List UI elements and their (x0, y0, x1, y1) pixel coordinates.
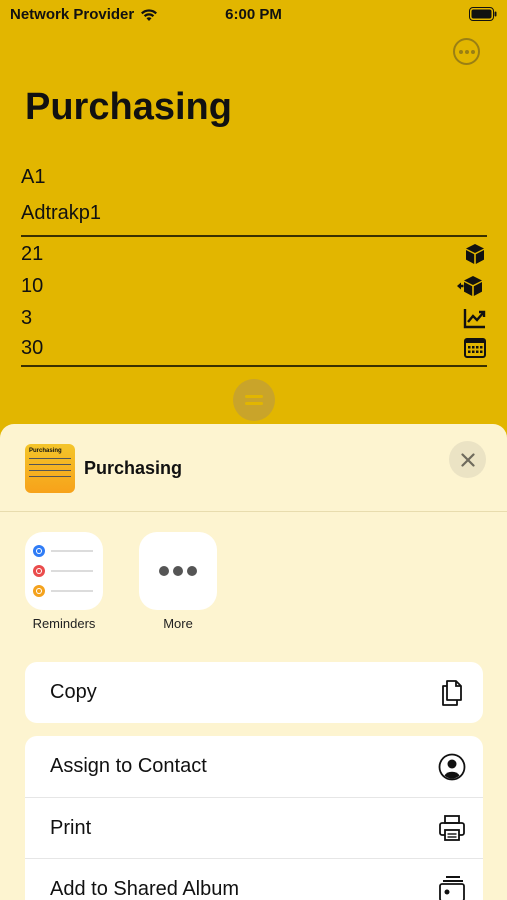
note-field-name[interactable]: Adtrakp1 (21, 202, 487, 225)
thumbnail-line (29, 476, 71, 477)
more-dots-icon (159, 566, 197, 576)
note-row-value: 10 (21, 274, 44, 297)
add-to-shared-album-label: Add to Shared Album (50, 877, 240, 900)
action-group-copy: Copy (25, 662, 483, 723)
note-row[interactable]: 3 (21, 304, 487, 332)
page-title: Purchasing (25, 86, 232, 128)
print-action[interactable]: Print (25, 797, 483, 858)
more-apps-label: More (163, 616, 193, 631)
printer-icon (439, 815, 465, 841)
status-time: 6:00 PM (225, 6, 282, 23)
battery-icon (469, 7, 497, 25)
close-icon (460, 452, 475, 467)
note-field-code[interactable]: A1 (21, 166, 487, 189)
calendar-icon (464, 338, 486, 358)
share-sheet-title: Purchasing (84, 458, 183, 478)
note-row-value: 21 (21, 242, 44, 265)
note-row[interactable]: 30 (21, 334, 487, 362)
reminders-app-button[interactable] (25, 532, 103, 610)
thumbnail-line (29, 470, 71, 471)
contact-icon (438, 753, 466, 780)
calculate-button[interactable] (233, 379, 275, 421)
top-divider (21, 235, 487, 237)
note-thumbnail: Purchasing (25, 444, 75, 493)
box-icon (466, 244, 484, 264)
print-label: Print (50, 816, 92, 839)
chart-up-icon (463, 309, 486, 329)
assign-to-contact-label: Assign to Contact (50, 755, 207, 777)
reminders-icon (33, 545, 93, 597)
copy-action-label: Copy (50, 681, 97, 703)
note-row[interactable]: 10 (21, 272, 487, 300)
bottom-divider (21, 365, 487, 367)
note-row-value: 3 (21, 306, 33, 329)
more-apps-button[interactable] (139, 532, 217, 610)
copy-action[interactable]: Copy (25, 662, 483, 723)
copy-icon (442, 679, 462, 706)
equals-icon (245, 395, 263, 405)
note-row[interactable]: 21 (21, 240, 487, 268)
thumbnail-line (29, 464, 71, 465)
add-to-shared-album-action[interactable]: Add to Shared Album (25, 858, 483, 900)
ellipsis-icon (458, 49, 475, 54)
share-sheet-header: Purchasing Purchasing (0, 424, 507, 512)
shared-album-icon (439, 876, 465, 900)
assign-to-contact-action[interactable]: Assign to Contact (25, 736, 483, 797)
reminders-app-label: Reminders (32, 616, 96, 631)
thumbnail-title: Purchasing (29, 448, 62, 454)
more-options-button[interactable] (453, 38, 480, 65)
close-button[interactable] (449, 441, 486, 478)
thumbnail-line (29, 458, 71, 459)
status-bar: Network Provider 6:00 PM (0, 0, 507, 30)
action-group-more: Assign to Contact Print Add to Shared Al… (25, 736, 483, 900)
box-arrows-icon (457, 276, 482, 296)
note-row-value: 30 (21, 336, 44, 359)
